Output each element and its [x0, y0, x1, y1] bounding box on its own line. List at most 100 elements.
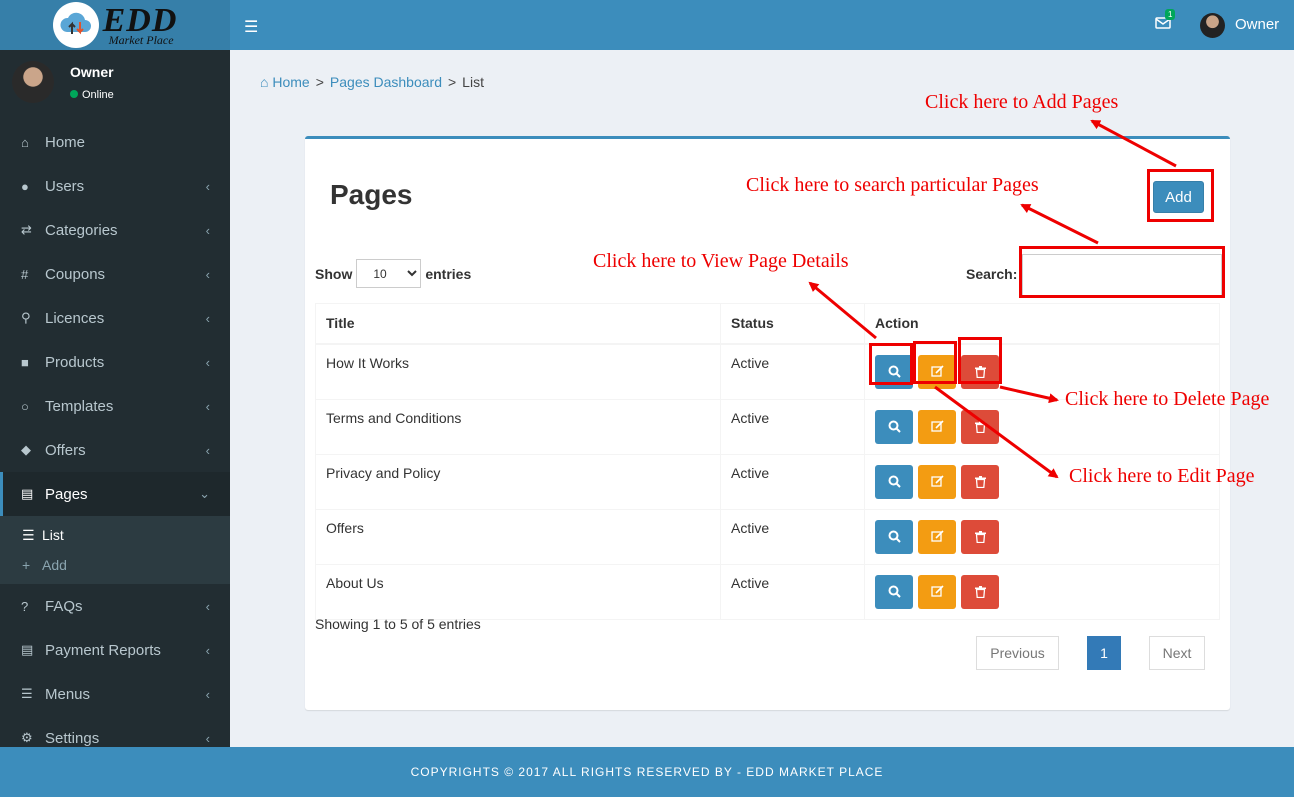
pagination-previous[interactable]: Previous: [976, 636, 1059, 670]
cell-action: [864, 563, 1220, 620]
user-name: Owner: [70, 64, 114, 80]
sidebar-subitem-add[interactable]: + Add: [0, 550, 230, 580]
cell-title: Terms and Conditions: [315, 398, 721, 455]
delete-page-button[interactable]: [961, 574, 999, 609]
sidebar-item-menus[interactable]: ☰ Menus ‹: [0, 672, 230, 716]
entries-length-control: Show 10 entries: [315, 259, 471, 288]
trash-icon: [974, 475, 986, 488]
chevron-down-icon: ⌄: [199, 486, 210, 501]
user-panel: Owner Online: [0, 50, 230, 120]
menu-icon: ☰: [21, 686, 33, 701]
highlight-view: [869, 343, 913, 385]
sidebar-item-payment-reports[interactable]: ▤ Payment Reports ‹: [0, 628, 230, 672]
sidebar-item-templates[interactable]: ○ Templates ‹: [0, 384, 230, 428]
highlight-delete: [958, 337, 1002, 384]
pages-box: Pages Add Show 10 entries Search: Title …: [305, 136, 1230, 710]
sidebar-item-faqs[interactable]: ? FAQs ‹: [0, 584, 230, 628]
users-icon: ●: [21, 178, 29, 194]
cell-title: About Us: [315, 563, 721, 620]
breadcrumb-home[interactable]: ⌂ Home: [260, 74, 310, 90]
question-icon: ?: [21, 598, 29, 614]
cell-title: Offers: [315, 508, 721, 565]
annotation-add: Click here to Add Pages: [925, 91, 1119, 113]
shuffle-icon: ⇄: [21, 222, 32, 237]
column-header-status[interactable]: Status: [720, 303, 865, 345]
table-row: About Us Active: [315, 563, 1220, 620]
sidebar-toggle-icon[interactable]: ☰: [244, 17, 258, 37]
file-icon: ▤: [21, 486, 34, 501]
sidebar-item-categories[interactable]: ⇄ Categories ‹: [0, 208, 230, 252]
sidebar-item-pages[interactable]: ▤ Pages ⌄: [0, 472, 230, 516]
view-page-button[interactable]: [875, 574, 913, 609]
pages-submenu: ☰ List + Add: [0, 516, 230, 584]
sidebar-item-licences[interactable]: ⚲ Licences ‹: [0, 296, 230, 340]
chevron-left-icon: ‹: [205, 398, 210, 414]
edit-page-button[interactable]: [918, 409, 956, 444]
pages-table: Title Status Action How It Works Active Te…: [315, 303, 1220, 620]
cloud-transfer-icon: [52, 2, 99, 48]
view-page-button[interactable]: [875, 464, 913, 499]
edit-page-button[interactable]: [918, 519, 956, 554]
delete-page-button[interactable]: [961, 464, 999, 499]
notification-badge: 1: [1165, 9, 1176, 20]
sidebar-item-offers[interactable]: ◆ Offers ‹: [0, 428, 230, 472]
page-title: Pages: [330, 179, 413, 210]
brand-logo[interactable]: EDD Market Place: [0, 0, 230, 50]
sidebar-item-home[interactable]: ⌂ Home: [0, 120, 230, 164]
chevron-left-icon: ‹: [205, 222, 210, 238]
search-icon: [888, 420, 901, 433]
messages-button[interactable]: 1: [1155, 9, 1176, 35]
sidebar-item-products[interactable]: ■ Products ‹: [0, 340, 230, 384]
cell-status: Active: [720, 398, 865, 455]
sidebar-subitem-list[interactable]: ☰ List: [0, 520, 230, 550]
user-status: Online: [70, 89, 114, 101]
edit-icon: [930, 420, 944, 432]
highlight-search: [1019, 246, 1225, 298]
sidebar-item-coupons[interactable]: # Coupons ‹: [0, 252, 230, 296]
trash-icon: [974, 530, 986, 543]
breadcrumb-pages-dashboard[interactable]: Pages Dashboard: [330, 74, 442, 90]
avatar: [12, 61, 54, 103]
header-avatar[interactable]: [1200, 13, 1225, 38]
column-header-action: Action: [864, 303, 1220, 345]
edit-icon: [930, 530, 944, 542]
chevron-left-icon: ‹: [205, 598, 210, 614]
edit-page-button[interactable]: [918, 574, 956, 609]
view-page-button[interactable]: [875, 409, 913, 444]
annotation-delete: Click here to Delete Page: [1065, 388, 1270, 410]
list-icon: ☰: [22, 526, 35, 543]
breadcrumb-current: List: [462, 74, 484, 90]
column-header-title[interactable]: Title: [315, 303, 721, 345]
search-label: Search:: [966, 266, 1018, 282]
comment-icon: ○: [21, 398, 29, 414]
chevron-left-icon: ‹: [205, 354, 210, 370]
header-username[interactable]: Owner: [1235, 16, 1279, 33]
chevron-left-icon: ‹: [205, 442, 210, 458]
view-page-button[interactable]: [875, 519, 913, 554]
footer: COPYRIGHTS © 2017 ALL RIGHTS RESERVED BY…: [0, 747, 1294, 797]
pagination-next[interactable]: Next: [1149, 636, 1205, 670]
highlight-add: [1147, 169, 1214, 222]
pagination-page-1[interactable]: 1: [1087, 636, 1121, 670]
highlight-edit: [913, 341, 957, 384]
home-icon: ⌂: [260, 74, 269, 90]
edit-icon: [930, 475, 944, 487]
delete-page-button[interactable]: [961, 519, 999, 554]
entries-select[interactable]: 10: [356, 259, 422, 288]
search-icon: [888, 585, 901, 598]
tags-icon: ◆: [21, 442, 31, 457]
delete-page-button[interactable]: [961, 409, 999, 444]
cell-status: Active: [720, 343, 865, 400]
annotation-view: Click here to View Page Details: [593, 250, 849, 272]
breadcrumb: ⌂ Home > Pages Dashboard > List: [260, 74, 484, 90]
chevron-left-icon: ‹: [205, 266, 210, 282]
chevron-left-icon: ‹: [205, 686, 210, 702]
edit-page-button[interactable]: [918, 464, 956, 499]
chevron-left-icon: ‹: [205, 310, 210, 326]
home-icon: ⌂: [21, 134, 29, 150]
sidebar: Owner Online ⌂ Home ● Users ‹ ⇄ Categories ‹ …: [0, 50, 230, 747]
edit-icon: [930, 585, 944, 597]
online-dot-icon: [70, 90, 78, 98]
sidebar-item-users[interactable]: ● Users ‹: [0, 164, 230, 208]
hash-icon: #: [21, 266, 29, 282]
